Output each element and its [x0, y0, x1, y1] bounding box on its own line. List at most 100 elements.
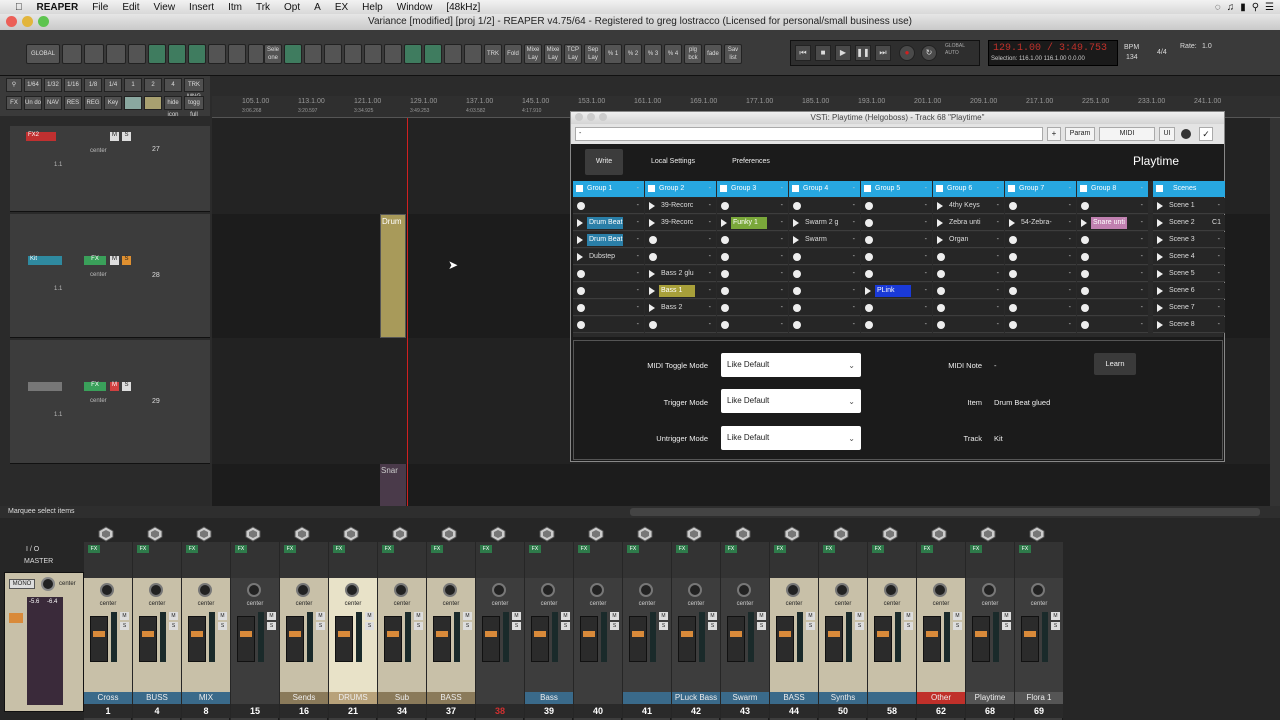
- slot-menu[interactable]: -: [997, 283, 999, 298]
- clip-slot[interactable]: -: [573, 266, 644, 282]
- fader-cap[interactable]: [1024, 631, 1036, 637]
- slot-menu[interactable]: -: [1141, 317, 1143, 332]
- clip-slot[interactable]: -: [861, 198, 932, 214]
- fx-button[interactable]: FX: [84, 382, 106, 391]
- solo-button[interactable]: S: [122, 132, 131, 141]
- clip-slot[interactable]: -: [789, 283, 860, 299]
- toolbar-icon-button[interactable]: [106, 44, 126, 64]
- toolbar-icon-button[interactable]: [404, 44, 422, 64]
- key-button[interactable]: Key: [104, 96, 122, 110]
- mute-button[interactable]: M: [169, 612, 178, 620]
- slot-menu[interactable]: -: [1069, 317, 1071, 332]
- clip-slot[interactable]: Drum Beat -: [573, 232, 644, 248]
- clip-slot[interactable]: -: [645, 317, 716, 333]
- slot-menu[interactable]: -: [781, 266, 783, 281]
- play-icon[interactable]: [793, 219, 799, 227]
- fx-button[interactable]: FX: [88, 545, 100, 553]
- play-icon[interactable]: [577, 236, 583, 244]
- clip-slot[interactable]: -: [789, 317, 860, 333]
- fader-cap[interactable]: [289, 631, 301, 637]
- empty-slot-icon[interactable]: [649, 253, 657, 261]
- pan-knob[interactable]: [41, 577, 55, 591]
- strip-name[interactable]: BASS: [770, 692, 818, 704]
- volume-fader[interactable]: [727, 616, 745, 662]
- volume-fader[interactable]: [972, 616, 990, 662]
- solo-button[interactable]: S: [218, 622, 227, 630]
- pan-knob[interactable]: [296, 583, 310, 597]
- solo-button[interactable]: S: [708, 622, 717, 630]
- clip-slot[interactable]: Zebra unti -: [933, 215, 1004, 231]
- fader-cap[interactable]: [485, 631, 497, 637]
- empty-slot-icon[interactable]: [1009, 253, 1017, 261]
- pan-knob[interactable]: [443, 583, 457, 597]
- fx-button[interactable]: FX: [725, 545, 737, 553]
- strip-name[interactable]: Swarm: [721, 692, 769, 704]
- strip-name[interactable]: Sends: [280, 692, 328, 704]
- toolbar-icon-button[interactable]: [228, 44, 246, 64]
- slot-menu[interactable]: -: [709, 198, 711, 213]
- toolbar-icon-button[interactable]: [124, 96, 142, 110]
- play-icon[interactable]: ▶: [835, 45, 851, 61]
- fade-button[interactable]: fade: [704, 44, 722, 64]
- clip-slot[interactable]: Snare unti -: [1077, 215, 1148, 231]
- slot-menu[interactable]: -: [853, 198, 855, 213]
- menu-item[interactable]: Itm: [221, 2, 249, 13]
- pan-knob[interactable]: [933, 583, 947, 597]
- slot-menu[interactable]: -: [1141, 283, 1143, 298]
- clip-slot[interactable]: -: [573, 300, 644, 316]
- clip-slot[interactable]: -: [717, 232, 788, 248]
- mute-button[interactable]: M: [463, 612, 472, 620]
- clip-slot[interactable]: -: [789, 300, 860, 316]
- track-lane[interactable]: [212, 464, 1270, 506]
- strip-name[interactable]: PLuck Bass: [672, 692, 720, 704]
- group-menu[interactable]: -: [925, 181, 927, 197]
- mute-button[interactable]: M: [953, 612, 962, 620]
- empty-slot-icon[interactable]: [721, 304, 729, 312]
- mixer-strip[interactable]: FX center M S Synths 50: [819, 526, 867, 720]
- slot-menu[interactable]: -: [637, 317, 639, 332]
- group-menu[interactable]: -: [637, 181, 639, 197]
- fx-button[interactable]: FX: [529, 545, 541, 553]
- toolbar-icon-button[interactable]: [464, 44, 482, 64]
- clip-slot[interactable]: Organ -: [933, 232, 1004, 248]
- clip-slot[interactable]: Funky 1 -: [717, 215, 788, 231]
- toolbar-icon-button[interactable]: [84, 44, 104, 64]
- mute-button[interactable]: M: [414, 612, 423, 620]
- slot-menu[interactable]: -: [997, 317, 999, 332]
- fader-cap[interactable]: [877, 631, 889, 637]
- volume-fader[interactable]: [90, 616, 108, 662]
- pan-knob[interactable]: [541, 583, 555, 597]
- solo-button[interactable]: S: [953, 622, 962, 630]
- toolbar-icon-button[interactable]: [188, 44, 206, 64]
- minimize-icon[interactable]: [22, 16, 33, 27]
- scenes-header[interactable]: Scenes: [1153, 181, 1225, 197]
- learn-button[interactable]: Learn: [1094, 353, 1136, 375]
- clip-slot[interactable]: -: [861, 266, 932, 282]
- slot-menu[interactable]: -: [853, 300, 855, 315]
- strip-name[interactable]: [231, 692, 279, 704]
- toolbar-icon-button[interactable]: [344, 44, 362, 64]
- toolbar-icon-button[interactable]: [128, 44, 146, 64]
- toolbar-icon-button[interactable]: [304, 44, 322, 64]
- fx-button[interactable]: FX: [921, 545, 933, 553]
- clip-slot[interactable]: -: [1077, 249, 1148, 265]
- mute-button[interactable]: M: [110, 382, 119, 391]
- empty-slot-icon[interactable]: [937, 270, 945, 278]
- fx-button[interactable]: FX: [431, 545, 443, 553]
- group-header[interactable]: Group 5 -: [861, 181, 932, 197]
- toolbar-icon-button[interactable]: [424, 44, 442, 64]
- mixer-strip[interactable]: FX center M S BASS 44: [770, 526, 818, 720]
- toolbar-icon-button[interactable]: [248, 44, 264, 64]
- toolbar-icon-button[interactable]: [364, 44, 382, 64]
- slot-menu[interactable]: -: [1069, 232, 1071, 247]
- empty-slot-icon[interactable]: [793, 321, 801, 329]
- minimize-icon[interactable]: [587, 113, 595, 121]
- empty-slot-icon[interactable]: [721, 236, 729, 244]
- play-icon[interactable]: [1081, 219, 1087, 227]
- strip-name[interactable]: Flora 1: [1015, 692, 1063, 704]
- trigger-mode-select[interactable]: Like Default ⌄: [721, 389, 861, 413]
- slot-menu[interactable]: -: [1069, 198, 1071, 213]
- solo-button[interactable]: S: [1051, 622, 1060, 630]
- play-icon[interactable]: [577, 253, 583, 261]
- mixer-layout-button[interactable]: Mixe Lay: [524, 44, 542, 64]
